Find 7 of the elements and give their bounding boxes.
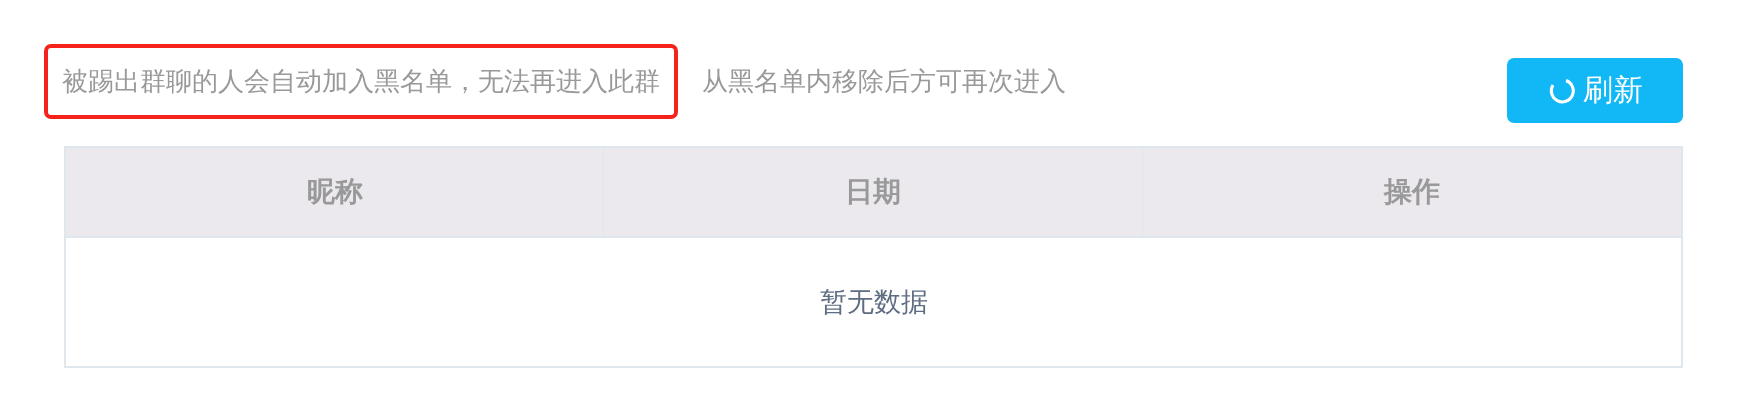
column-header: 操作: [1382, 174, 1441, 210]
refresh-button[interactable]: 刷新: [1507, 58, 1683, 123]
empty-message: 暂无数据: [818, 285, 929, 319]
column-header: 昵称: [66, 148, 605, 236]
highlighted-notice-text: 被踢出群聊的人会自动加入黑名单，无法再进入此群: [44, 43, 678, 119]
column-header: 日期: [604, 148, 1143, 236]
notice-text: 从黑名单内移除后方可再次进入: [701, 64, 1067, 98]
